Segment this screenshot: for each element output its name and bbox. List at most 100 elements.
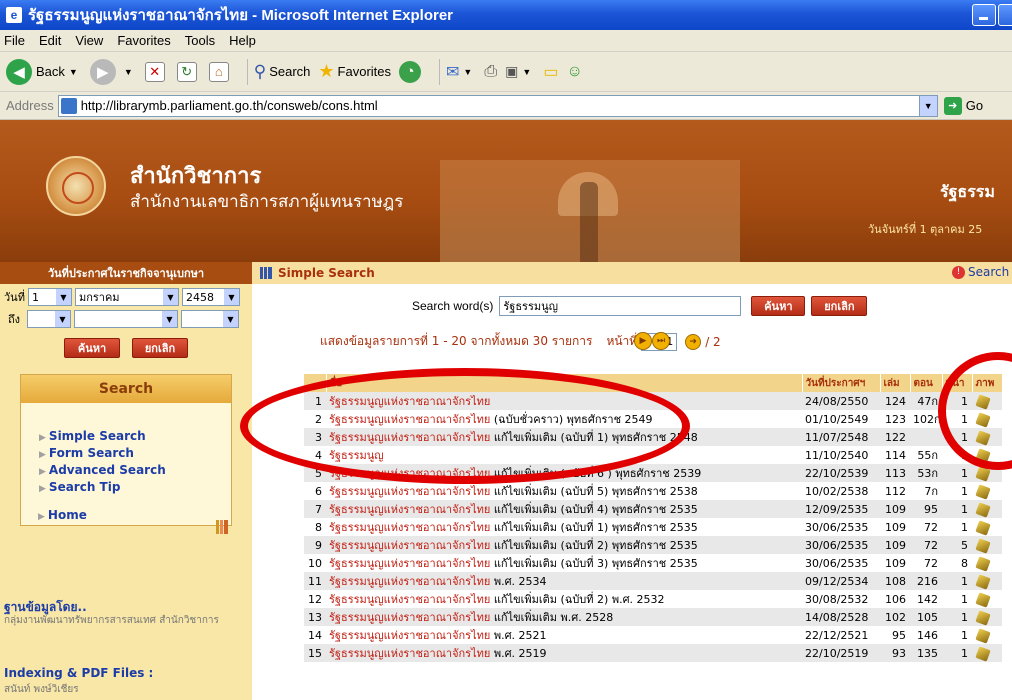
document-image-icon[interactable] bbox=[975, 627, 991, 644]
row-title-link[interactable]: รัฐธรรมนูญแห่งราชอาณาจักรไทย bbox=[329, 647, 490, 660]
home-link[interactable]: ▶ Home bbox=[38, 508, 87, 522]
edit-button[interactable]: ▣ ▼ bbox=[505, 63, 535, 80]
row-image[interactable] bbox=[972, 518, 1002, 536]
document-image-icon[interactable] bbox=[975, 555, 991, 572]
maximize-button[interactable] bbox=[998, 4, 1012, 26]
row-title-link[interactable]: รัฐธรรมนูญแห่งราชอาณาจักรไทย bbox=[329, 611, 490, 624]
menu-favorites[interactable]: Favorites bbox=[117, 33, 170, 48]
search-tip-link[interactable]: ▶ Search Tip bbox=[39, 480, 231, 497]
row-image[interactable] bbox=[972, 536, 1002, 554]
menu-help[interactable]: Help bbox=[229, 33, 256, 48]
day-from-select[interactable]: 1 ▼ bbox=[27, 288, 72, 306]
month-to-select[interactable]: ▼ bbox=[74, 310, 178, 328]
forward-dropdown-icon[interactable]: ▼ bbox=[124, 67, 133, 77]
mail-dropdown-icon[interactable]: ▼ bbox=[463, 67, 472, 77]
favorites-button[interactable]: ★ Favorites bbox=[318, 61, 391, 82]
document-image-icon[interactable] bbox=[975, 537, 991, 554]
row-title-link[interactable]: รัฐธรรมนูญแห่งราชอาณาจักรไทย bbox=[329, 503, 490, 516]
row-title[interactable]: รัฐธรรมนูญแห่งราชอาณาจักรไทย แก้ไขเพิ่มเ… bbox=[326, 518, 802, 536]
row-image[interactable] bbox=[972, 644, 1002, 662]
menu-file[interactable]: File bbox=[4, 33, 25, 48]
go-page-icon[interactable]: ➜ bbox=[685, 333, 702, 350]
back-button[interactable]: ◀ Back ▼ bbox=[6, 58, 82, 85]
row-title[interactable]: รัฐธรรมนูญแห่งราชอาณาจักรไทย แก้ไขเพิ่มเ… bbox=[326, 590, 802, 608]
row-title-link[interactable]: รัฐธรรมนูญแห่งราชอาณาจักรไทย bbox=[329, 485, 490, 498]
mail-button[interactable]: ✉ ▼ bbox=[446, 62, 476, 82]
col-part[interactable]: ตอน bbox=[910, 374, 943, 392]
year-from-select[interactable]: 2458 ▼ bbox=[181, 288, 240, 306]
row-image[interactable] bbox=[972, 500, 1002, 518]
row-title[interactable]: รัฐธรรมนูญแห่งราชอาณาจักรไทย พ.ศ. 2521 bbox=[326, 626, 802, 644]
search-help-link[interactable]: ! Search bbox=[952, 265, 1009, 279]
row-title[interactable]: รัฐธรรมนูญแห่งราชอาณาจักรไทย พ.ศ. 2519 bbox=[326, 644, 802, 662]
row-title-rest: แก้ไขเพิ่มเติม (ฉบับที่ 2) พ.ศ. 2532 bbox=[490, 593, 665, 606]
next-page-icon[interactable]: ▶ bbox=[634, 332, 652, 350]
history-button[interactable]: ◔ bbox=[399, 60, 425, 83]
row-title[interactable]: รัฐธรรมนูญแห่งราชอาณาจักรไทย แก้ไขเพิ่มเ… bbox=[326, 554, 802, 572]
row-title-link[interactable]: รัฐธรรมนูญแห่งราชอาณาจักรไทย bbox=[329, 521, 490, 534]
edit-dropdown-icon[interactable]: ▼ bbox=[522, 67, 531, 77]
print-button[interactable]: ⎙ bbox=[484, 63, 497, 81]
document-image-icon[interactable] bbox=[975, 609, 991, 626]
document-image-icon[interactable] bbox=[975, 645, 991, 662]
simple-search-title: Simple Search bbox=[278, 266, 375, 280]
document-image-icon[interactable] bbox=[975, 501, 991, 518]
search-cancel-button[interactable]: ยกเลิก bbox=[811, 296, 868, 316]
document-image-icon[interactable] bbox=[975, 591, 991, 608]
row-title-link[interactable]: รัฐธรรมนูญแห่งราชอาณาจักรไทย bbox=[329, 593, 490, 606]
go-button[interactable]: ➜ Go bbox=[943, 96, 983, 115]
row-title[interactable]: รัฐธรรมนูญแห่งราชอาณาจักรไทย แก้ไขเพิ่มเ… bbox=[326, 500, 802, 518]
messenger-button[interactable]: ☺ bbox=[566, 63, 582, 81]
day-to-select[interactable]: ▼ bbox=[27, 310, 71, 328]
last-page-icon[interactable]: ⏭ bbox=[652, 332, 670, 350]
row-title[interactable]: รัฐธรรมนูญแห่งราชอาณาจักรไทย พ.ศ. 2534 bbox=[326, 572, 802, 590]
row-title-link[interactable]: รัฐธรรมนูญแห่งราชอาณาจักรไทย bbox=[329, 539, 490, 552]
row-title[interactable]: รัฐธรรมนูญแห่งราชอาณาจักรไทย แก้ไขเพิ่มเ… bbox=[326, 608, 802, 626]
search-word-input[interactable]: รัฐธรรมนูญ bbox=[499, 296, 742, 316]
table-row: 10 รัฐธรรมนูญแห่งราชอาณาจักรไทย แก้ไขเพิ่… bbox=[304, 554, 1002, 572]
back-arrow-icon: ◀ bbox=[6, 58, 32, 85]
row-title-rest: แก้ไขเพิ่มเติม พ.ศ. 2528 bbox=[490, 611, 614, 624]
toolbar-separator bbox=[246, 58, 248, 85]
refresh-button[interactable]: ↻ bbox=[176, 61, 201, 82]
date-cancel-button[interactable]: ยกเลิก bbox=[132, 338, 188, 358]
menu-edit[interactable]: Edit bbox=[39, 33, 61, 48]
document-image-icon[interactable] bbox=[975, 483, 991, 500]
minimize-button[interactable] bbox=[972, 4, 996, 26]
year-to-select[interactable]: ▼ bbox=[181, 310, 239, 328]
row-image[interactable] bbox=[972, 608, 1002, 626]
form-search-link[interactable]: ▶ Form Search bbox=[39, 446, 231, 463]
stop-button[interactable]: ✕ bbox=[144, 61, 169, 82]
simple-search-link[interactable]: ▶ Simple Search bbox=[39, 429, 231, 446]
toolbar: ◀ Back ▼ ▶ ▼ ✕ ↻ ⌂ ⚲ Search ★ Favorites … bbox=[0, 52, 1012, 92]
row-title[interactable]: รัฐธรรมนูญแห่งราชอาณาจักรไทย แก้ไขเพิ่มเ… bbox=[326, 482, 802, 500]
col-date[interactable]: วันที่ประกาศฯ bbox=[802, 374, 881, 392]
row-image[interactable] bbox=[972, 572, 1002, 590]
forward-button[interactable]: ▶ ▼ bbox=[89, 58, 137, 85]
home-button[interactable]: ⌂ bbox=[208, 61, 233, 82]
row-title-link[interactable]: รัฐธรรมนูญแห่งราชอาณาจักรไทย bbox=[329, 557, 490, 570]
document-image-icon[interactable] bbox=[975, 573, 991, 590]
date-from-label: วันที่ bbox=[4, 291, 25, 304]
row-title-link[interactable]: รัฐธรรมนูญแห่งราชอาณาจักรไทย bbox=[329, 575, 490, 588]
menu-view[interactable]: View bbox=[75, 33, 103, 48]
row-image[interactable] bbox=[972, 590, 1002, 608]
row-title[interactable]: รัฐธรรมนูญแห่งราชอาณาจักรไทย แก้ไขเพิ่มเ… bbox=[326, 536, 802, 554]
search-submit-button[interactable]: ค้นหา bbox=[751, 296, 806, 316]
row-image[interactable] bbox=[972, 554, 1002, 572]
month-from-select[interactable]: มกราคม ▼ bbox=[74, 288, 179, 306]
back-dropdown-icon[interactable]: ▼ bbox=[69, 67, 78, 77]
row-title-link[interactable]: รัฐธรรมนูญแห่งราชอาณาจักรไทย bbox=[329, 629, 490, 642]
menu-tools[interactable]: Tools bbox=[185, 33, 215, 48]
search-button[interactable]: ⚲ Search bbox=[254, 62, 311, 82]
advanced-search-link[interactable]: ▶ Advanced Search bbox=[39, 463, 231, 480]
col-volume[interactable]: เล่ม bbox=[880, 374, 911, 392]
date-search-button[interactable]: ค้นหา bbox=[64, 338, 120, 358]
address-input[interactable]: http://librarymb.parliament.go.th/conswe… bbox=[57, 94, 938, 117]
address-dropdown-icon[interactable]: ▼ bbox=[918, 95, 937, 116]
document-image-icon[interactable] bbox=[975, 519, 991, 536]
row-image[interactable] bbox=[972, 626, 1002, 644]
row-date: 30/06/2535 bbox=[805, 520, 869, 534]
folder-button[interactable]: ▭ bbox=[543, 62, 558, 82]
row-image[interactable] bbox=[972, 482, 1002, 500]
